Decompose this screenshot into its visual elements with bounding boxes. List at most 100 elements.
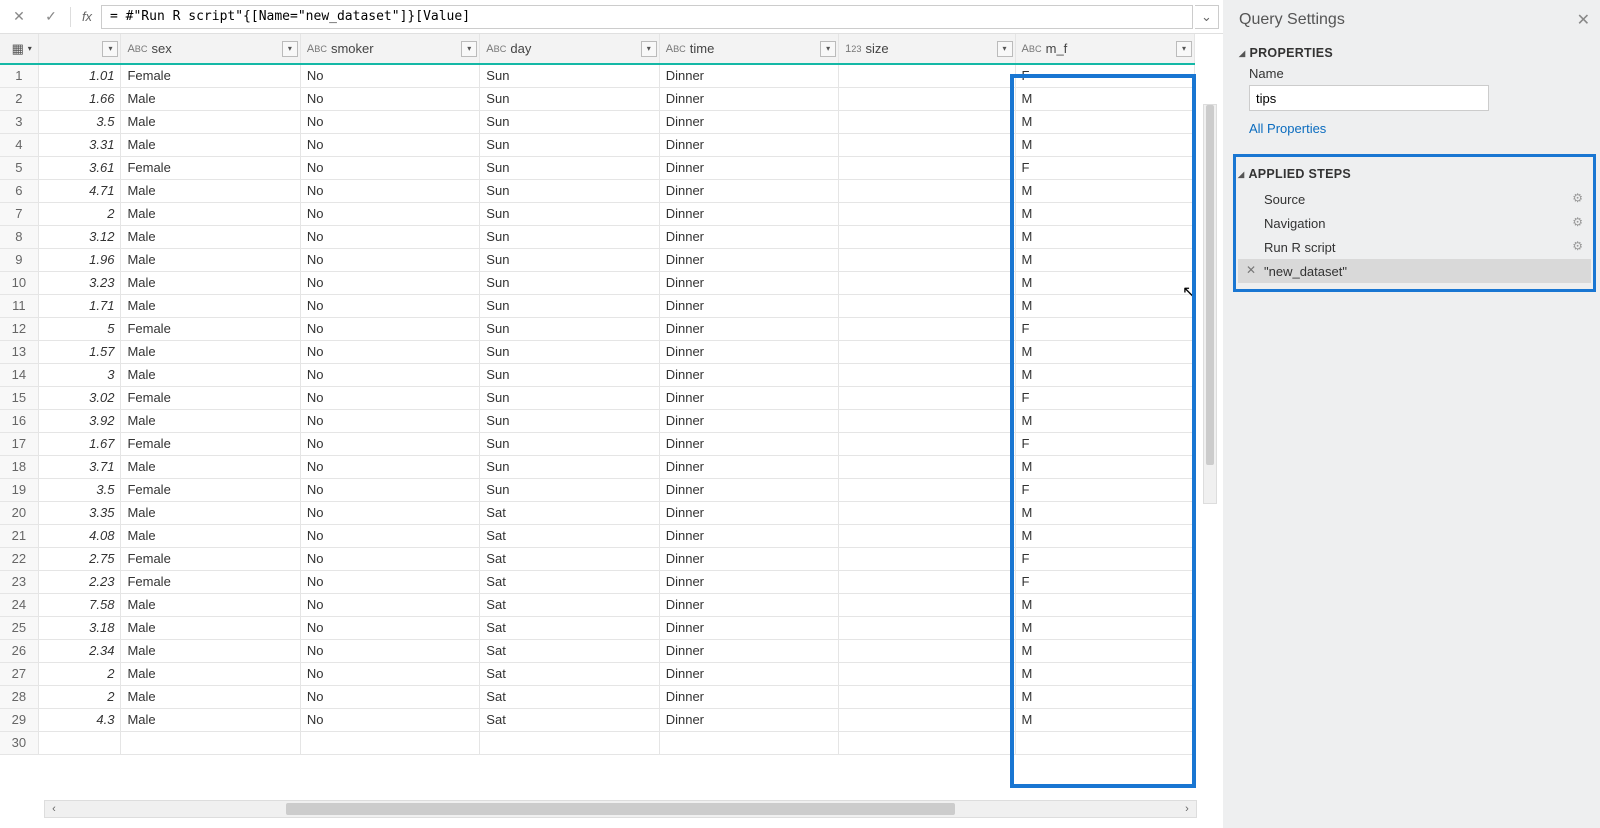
cell-time[interactable]: Dinner (659, 202, 838, 225)
cell-day[interactable]: Sun (480, 432, 659, 455)
cell-smoker[interactable]: No (300, 363, 479, 386)
cell-c0[interactable]: 1.57 (38, 340, 121, 363)
cell-day[interactable]: Sat (480, 708, 659, 731)
cell-smoker[interactable]: No (300, 156, 479, 179)
cell-day[interactable]: Sun (480, 363, 659, 386)
table-row[interactable]: 11.01FemaleNoSunDinnerF (0, 64, 1195, 87)
applied-steps-head[interactable]: APPLIED STEPS (1238, 167, 1591, 181)
cell-day[interactable]: Sun (480, 133, 659, 156)
table-row[interactable]: 203.35MaleNoSatDinnerM (0, 501, 1195, 524)
cell-mf[interactable]: M (1015, 616, 1194, 639)
cell-size[interactable] (839, 478, 1015, 501)
gear-icon[interactable]: ⚙ (1572, 191, 1583, 205)
cell-size[interactable] (839, 708, 1015, 731)
cell-time[interactable]: Dinner (659, 340, 838, 363)
cell-c0[interactable]: 5 (38, 317, 121, 340)
cell-day[interactable]: Sat (480, 593, 659, 616)
cell-mf[interactable]: M (1015, 685, 1194, 708)
hscroll-left-arrow[interactable]: ‹ (45, 801, 63, 817)
cell-c0[interactable]: 7.58 (38, 593, 121, 616)
cell-smoker[interactable]: No (300, 179, 479, 202)
table-row[interactable]: 222.75FemaleNoSatDinnerF (0, 547, 1195, 570)
cell-time[interactable]: Dinner (659, 524, 838, 547)
filter-button[interactable]: ▾ (820, 41, 836, 57)
cell-sex[interactable]: Male (121, 616, 300, 639)
cell-mf[interactable]: F (1015, 478, 1194, 501)
cell-time[interactable]: Dinner (659, 87, 838, 110)
cell-sex[interactable]: Female (121, 317, 300, 340)
cell-day[interactable] (480, 731, 659, 754)
cell-size[interactable] (839, 455, 1015, 478)
cell-day[interactable]: Sun (480, 340, 659, 363)
cell-c0[interactable]: 1.01 (38, 64, 121, 87)
cell-sex[interactable]: Male (121, 248, 300, 271)
cell-time[interactable]: Dinner (659, 133, 838, 156)
table-row[interactable]: 21.66MaleNoSunDinnerM (0, 87, 1195, 110)
row-number[interactable]: 25 (0, 616, 38, 639)
cell-day[interactable]: Sat (480, 547, 659, 570)
row-number[interactable]: 17 (0, 432, 38, 455)
cell-sex[interactable]: Male (121, 87, 300, 110)
delete-step-icon[interactable]: ✕ (1246, 263, 1256, 277)
cell-mf[interactable]: M (1015, 363, 1194, 386)
row-number[interactable]: 16 (0, 409, 38, 432)
cell-c0[interactable]: 2 (38, 685, 121, 708)
cell-time[interactable]: Dinner (659, 317, 838, 340)
cell-mf[interactable]: M (1015, 133, 1194, 156)
table-row[interactable]: 143MaleNoSunDinnerM (0, 363, 1195, 386)
filter-button[interactable]: ▾ (282, 41, 298, 57)
row-number[interactable]: 14 (0, 363, 38, 386)
applied-step-item[interactable]: Run R script⚙ (1238, 235, 1591, 259)
table-row[interactable]: 83.12MaleNoSunDinnerM (0, 225, 1195, 248)
table-row[interactable]: 64.71MaleNoSunDinnerM (0, 179, 1195, 202)
gear-icon[interactable]: ⚙ (1572, 239, 1583, 253)
cell-sex[interactable]: Male (121, 708, 300, 731)
cell-time[interactable]: Dinner (659, 110, 838, 133)
row-number[interactable]: 18 (0, 455, 38, 478)
cell-day[interactable]: Sun (480, 64, 659, 87)
row-number[interactable]: 11 (0, 294, 38, 317)
table-row[interactable]: 253.18MaleNoSatDinnerM (0, 616, 1195, 639)
cell-mf[interactable]: M (1015, 593, 1194, 616)
cell-smoker[interactable]: No (300, 547, 479, 570)
cell-sex[interactable]: Male (121, 363, 300, 386)
cell-smoker[interactable]: No (300, 639, 479, 662)
cell-time[interactable]: Dinner (659, 225, 838, 248)
row-number[interactable]: 1 (0, 64, 38, 87)
cell-size[interactable] (839, 639, 1015, 662)
cell-size[interactable] (839, 202, 1015, 225)
row-number[interactable]: 7 (0, 202, 38, 225)
cell-day[interactable]: Sun (480, 202, 659, 225)
cell-day[interactable]: Sun (480, 478, 659, 501)
cell-sex[interactable]: Male (121, 225, 300, 248)
cancel-formula-button[interactable]: ✕ (4, 6, 34, 28)
cell-smoker[interactable]: No (300, 432, 479, 455)
cell-sex[interactable]: Male (121, 294, 300, 317)
row-number[interactable]: 24 (0, 593, 38, 616)
cell-size[interactable] (839, 248, 1015, 271)
close-icon[interactable]: ✕ (1577, 10, 1590, 30)
cell-mf[interactable]: F (1015, 156, 1194, 179)
filter-button[interactable]: ▾ (1176, 41, 1192, 57)
cell-mf[interactable]: M (1015, 271, 1194, 294)
cell-time[interactable]: Dinner (659, 294, 838, 317)
filter-button[interactable]: ▾ (997, 41, 1013, 57)
cell-size[interactable] (839, 340, 1015, 363)
row-number[interactable]: 19 (0, 478, 38, 501)
cell-mf[interactable] (1015, 731, 1194, 754)
row-number[interactable]: 4 (0, 133, 38, 156)
cell-mf[interactable]: F (1015, 432, 1194, 455)
cell-smoker[interactable]: No (300, 570, 479, 593)
cell-c0[interactable]: 3.5 (38, 478, 121, 501)
cell-c0[interactable]: 1.96 (38, 248, 121, 271)
query-name-input[interactable] (1249, 85, 1489, 111)
cell-smoker[interactable]: No (300, 317, 479, 340)
row-number[interactable]: 2 (0, 87, 38, 110)
cell-c0[interactable]: 1.71 (38, 294, 121, 317)
cell-time[interactable]: Dinner (659, 547, 838, 570)
cell-time[interactable]: Dinner (659, 271, 838, 294)
cell-smoker[interactable]: No (300, 133, 479, 156)
cell-smoker[interactable]: No (300, 248, 479, 271)
cell-size[interactable] (839, 432, 1015, 455)
cell-mf[interactable]: M (1015, 524, 1194, 547)
